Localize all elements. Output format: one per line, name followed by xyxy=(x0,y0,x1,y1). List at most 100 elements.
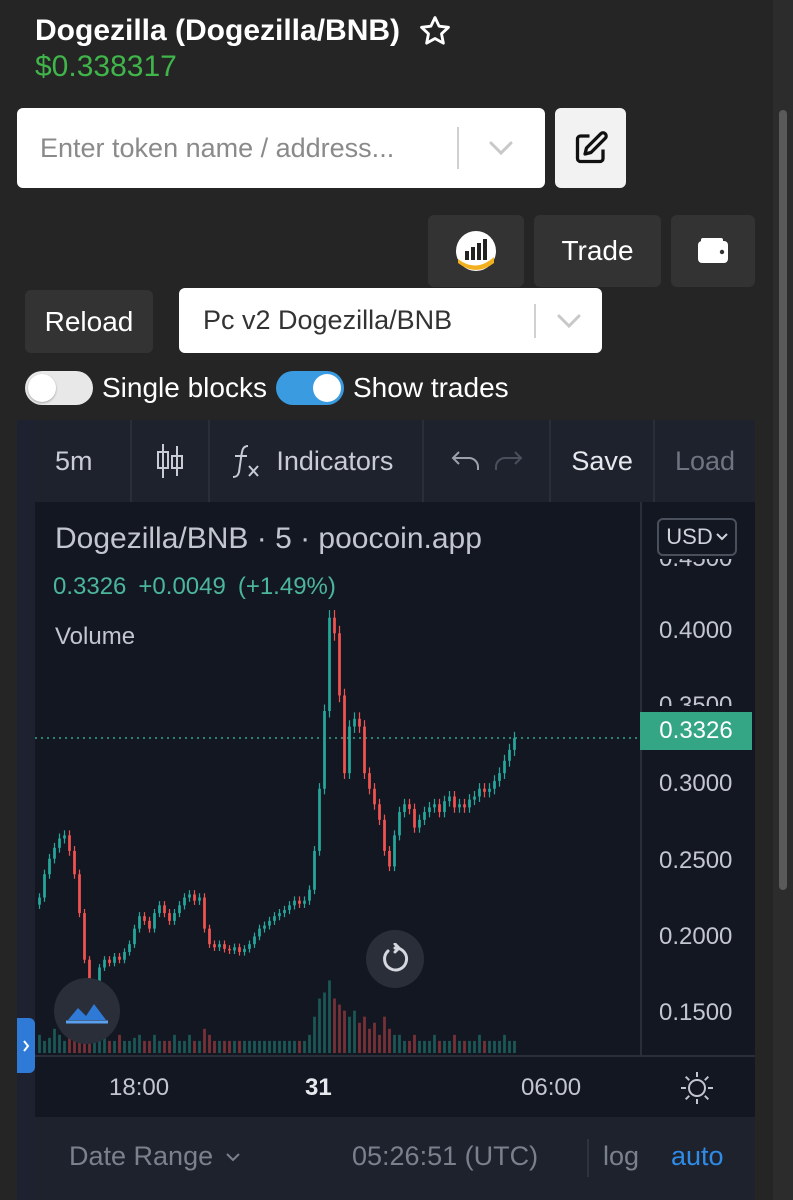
chart-type-button[interactable] xyxy=(132,420,211,502)
candle-body xyxy=(143,916,146,921)
candle-body xyxy=(308,889,311,901)
candle-body xyxy=(108,959,111,963)
candle-body xyxy=(258,928,261,937)
token-search-input[interactable] xyxy=(17,132,457,164)
candle-body xyxy=(428,807,431,813)
volume-bar xyxy=(508,1040,511,1053)
volume-bar xyxy=(228,1040,231,1053)
volume-bar xyxy=(378,1034,381,1053)
candle-body xyxy=(178,905,181,914)
interval-button[interactable]: 5m xyxy=(35,420,133,502)
wallet-button[interactable] xyxy=(671,215,755,287)
search-dropdown-toggle[interactable] xyxy=(459,108,543,188)
candle-body xyxy=(398,812,401,836)
show-trades-toggle[interactable] xyxy=(276,371,344,405)
page-scrollbar-thumb[interactable] xyxy=(779,110,787,890)
bottom-bar-separator xyxy=(587,1139,589,1177)
candle-body xyxy=(383,819,386,851)
volume-bar xyxy=(313,1016,316,1053)
volume-bar xyxy=(53,1028,56,1053)
volume-bar xyxy=(363,1016,366,1053)
candle-body xyxy=(123,951,126,960)
log-scale-button[interactable]: log xyxy=(603,1141,639,1172)
volume-bar xyxy=(218,1040,221,1053)
volume-bar xyxy=(118,1034,121,1053)
candle-body xyxy=(298,900,301,904)
volume-bar xyxy=(233,1040,236,1053)
volume-bar xyxy=(498,1040,501,1053)
last-price-value: 0.3326 xyxy=(53,573,127,600)
candle-body xyxy=(478,788,481,797)
candle-body xyxy=(368,773,371,789)
candle-body xyxy=(63,835,66,839)
candle-body xyxy=(408,804,411,809)
show-trades-label: Show trades xyxy=(353,372,509,403)
volume-bar xyxy=(248,1040,251,1053)
candle-body xyxy=(498,773,501,781)
volume-bar xyxy=(298,1040,301,1053)
volume-bar xyxy=(273,1040,276,1053)
volume-bar xyxy=(163,1040,166,1053)
candle-body xyxy=(323,711,326,789)
volume-bar xyxy=(208,1034,211,1053)
star-icon[interactable] xyxy=(418,14,452,48)
single-blocks-toggle[interactable] xyxy=(25,371,93,405)
currency-button[interactable]: USD xyxy=(657,518,737,556)
volume-bar xyxy=(38,1034,41,1053)
volume-bar xyxy=(333,998,336,1053)
pair-select-toggle[interactable] xyxy=(536,314,602,328)
volume-bar xyxy=(178,1040,181,1053)
volume-bar xyxy=(418,1040,421,1053)
token-search[interactable] xyxy=(17,108,545,188)
utc-clock[interactable]: 05:26:51 (UTC) xyxy=(352,1141,538,1172)
volume-bar xyxy=(193,1040,196,1053)
candle-body xyxy=(358,718,361,727)
volume-bar xyxy=(373,1022,376,1053)
settings-sun-icon[interactable] xyxy=(680,1071,714,1105)
volume-bar xyxy=(438,1040,441,1053)
candle-body xyxy=(218,944,221,948)
volume-bar xyxy=(293,1040,296,1053)
x-tick-label: 06:00 xyxy=(521,1074,582,1101)
candle-body xyxy=(273,916,276,921)
volume-bar xyxy=(108,1040,111,1053)
undo-icon[interactable] xyxy=(451,450,481,472)
candle-body xyxy=(193,894,196,901)
x-tick-label: 18:00 xyxy=(109,1074,170,1101)
date-range-button[interactable]: Date Range xyxy=(69,1141,241,1172)
redo-icon[interactable] xyxy=(493,450,523,472)
pair-select[interactable]: Pc v2 Dogezilla/BNB xyxy=(179,288,602,353)
volume-bar xyxy=(188,1034,191,1053)
chart-logo-button[interactable] xyxy=(428,215,524,287)
reset-chart-button[interactable] xyxy=(366,930,424,988)
volume-bar xyxy=(453,1034,456,1053)
volume-bar xyxy=(388,1028,391,1053)
volume-bar xyxy=(123,1040,126,1053)
volume-bar xyxy=(308,1034,311,1053)
edit-button[interactable] xyxy=(555,108,626,188)
volume-bar xyxy=(478,1034,481,1053)
reload-button[interactable]: Reload xyxy=(25,290,153,353)
save-button[interactable]: Save xyxy=(551,420,655,502)
volume-bar xyxy=(343,1010,346,1053)
candle-body xyxy=(163,905,166,914)
volume-bar xyxy=(148,1040,151,1053)
load-button[interactable]: Load xyxy=(655,420,755,502)
last-price-tag: 0.3326 xyxy=(640,712,752,750)
indicators-label: Indicators xyxy=(276,445,394,476)
chevron-down-icon xyxy=(489,141,513,156)
indicators-button[interactable]: Indicators xyxy=(210,420,425,502)
auto-scale-button[interactable]: auto xyxy=(671,1141,724,1172)
candle-body xyxy=(228,948,231,951)
chevron-right-icon xyxy=(23,1039,30,1052)
change-percent: (+1.49%) xyxy=(237,573,336,600)
tradingview-logo-icon[interactable] xyxy=(54,978,120,1044)
chart-widget[interactable]: 5m Indicators Save Load Dogezilla/BNB · … xyxy=(17,420,755,1200)
volume-bar xyxy=(473,1040,476,1053)
y-tick-label: 0.3000 xyxy=(659,770,733,797)
volume-bar xyxy=(513,1040,516,1053)
sidebar-expand-handle[interactable] xyxy=(17,1018,35,1073)
trade-button[interactable]: Trade xyxy=(534,215,661,287)
time-axis-divider xyxy=(35,1055,755,1057)
volume-bar xyxy=(383,1016,386,1053)
